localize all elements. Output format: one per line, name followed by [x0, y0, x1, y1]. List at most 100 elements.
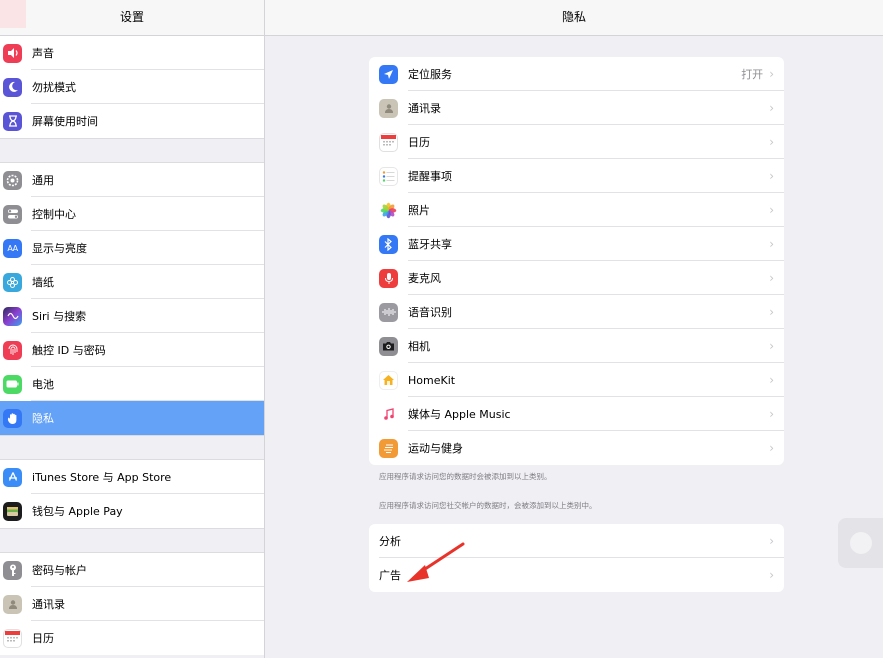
privacy-item-label: 媒体与 Apple Music: [408, 408, 511, 421]
header-decoration: [0, 0, 26, 28]
privacy-item-reminders[interactable]: 提醒事项 ›: [369, 159, 784, 193]
sidebar-item-app-store[interactable]: iTunes Store 与 App Store: [0, 460, 264, 494]
contacts-icon: [379, 98, 398, 118]
sidebar-separator: [0, 528, 264, 553]
location-status: 打开: [741, 68, 764, 81]
sidebar-item-display[interactable]: AA 显示与亮度: [0, 231, 264, 265]
sidebar-item-label: 通用: [32, 174, 54, 187]
privacy-item-label: 运动与健身: [408, 442, 463, 455]
sidebar-item-touch-id[interactable]: 触控 ID 与密码: [0, 333, 264, 367]
sidebar-item-general[interactable]: 通用: [0, 163, 264, 197]
sidebar-item-calendar[interactable]: 日历: [0, 621, 264, 655]
privacy-footnote-social: 应用程序请求访问您社交帐户的数据时，会被添加到以上类别中。: [379, 501, 597, 510]
waveform-icon: [379, 302, 398, 322]
privacy-list: 定位服务 打开 › 通讯录 › 日历 › 提醒事项 › 照片 › 蓝牙共享 › …: [369, 57, 784, 465]
privacy-item-bluetooth[interactable]: 蓝牙共享 ›: [369, 227, 784, 261]
chevron-right-icon: ›: [769, 271, 774, 285]
assistive-touch-button[interactable]: [838, 518, 883, 568]
gear-icon: [3, 170, 22, 190]
chevron-right-icon: ›: [769, 67, 774, 81]
sidebar-item-control-center[interactable]: 控制中心: [0, 197, 264, 231]
sidebar-group-3: iTunes Store 与 App Store 钱包与 Apple Pay: [0, 460, 264, 528]
sidebar-item-label: Siri 与搜索: [32, 310, 87, 323]
sidebar-item-screen-time[interactable]: 屏幕使用时间: [0, 104, 264, 138]
sidebar-item-label: 声音: [32, 47, 54, 60]
chevron-right-icon: ›: [769, 237, 774, 251]
battery-icon: [3, 374, 22, 394]
text-size-icon: AA: [3, 238, 22, 258]
sidebar-item-do-not-disturb[interactable]: 勿扰模式: [0, 70, 264, 104]
sidebar-item-label: 墙纸: [32, 276, 54, 289]
sidebar-group-4: 密码与帐户 通讯录 日历: [0, 553, 264, 655]
fingerprint-icon: [3, 340, 22, 360]
privacy-item-media-apple-music[interactable]: 媒体与 Apple Music ›: [369, 397, 784, 431]
chevron-right-icon: ›: [769, 135, 774, 149]
microphone-icon: [379, 268, 398, 288]
privacy-item-label: HomeKit: [408, 373, 456, 387]
chevron-right-icon: ›: [769, 169, 774, 183]
privacy-item-label: 麦克风: [408, 272, 441, 285]
flower-icon: [3, 272, 22, 292]
chevron-right-icon: ›: [769, 339, 774, 353]
sidebar-item-label: iTunes Store 与 App Store: [32, 471, 172, 484]
privacy-footnote: 应用程序请求访问您的数据时会被添加到以上类别。: [379, 472, 552, 481]
sidebar-item-label: 密码与帐户: [32, 564, 87, 577]
sidebar-item-battery[interactable]: 电池: [0, 367, 264, 401]
hourglass-icon: [3, 111, 22, 131]
photos-icon: [379, 200, 398, 220]
sidebar-item-passwords[interactable]: 密码与帐户: [0, 553, 264, 587]
privacy-item-label: 语音识别: [408, 306, 452, 319]
sidebar-group-1: 声音 勿扰模式 屏幕使用时间: [0, 36, 264, 138]
privacy-item-label: 照片: [408, 204, 430, 217]
sidebar-item-sounds[interactable]: 声音: [0, 36, 264, 70]
privacy-item-homekit[interactable]: HomeKit ›: [369, 363, 784, 397]
sidebar-item-label: 勿扰模式: [32, 81, 76, 94]
contacts-icon: [3, 594, 22, 614]
chevron-right-icon: ›: [769, 101, 774, 115]
annotation-arrow-icon: [407, 542, 465, 582]
app-store-icon: [3, 467, 22, 487]
key-icon: [3, 560, 22, 580]
privacy-item-label: 蓝牙共享: [408, 238, 452, 251]
chevron-right-icon: ›: [769, 373, 774, 387]
sidebar-item-wallpaper[interactable]: 墙纸: [0, 265, 264, 299]
privacy-item-motion-fitness[interactable]: 运动与健身 ›: [369, 431, 784, 465]
assistive-touch-dot: [850, 532, 872, 554]
privacy-item-calendars[interactable]: 日历 ›: [369, 125, 784, 159]
sidebar-item-wallet[interactable]: 钱包与 Apple Pay: [0, 494, 264, 528]
page-title: 隐私: [561, 10, 586, 24]
sidebar-item-label: 显示与亮度: [32, 242, 87, 255]
privacy-item-microphone[interactable]: 麦克风 ›: [369, 261, 784, 295]
moon-icon: [3, 77, 22, 97]
chevron-right-icon: ›: [769, 441, 774, 455]
motion-icon: [379, 438, 398, 458]
sidebar-item-privacy[interactable]: 隐私: [0, 401, 264, 435]
sidebar-separator: [0, 435, 264, 460]
location-arrow-icon: [379, 64, 398, 84]
privacy-item-contacts[interactable]: 通讯录 ›: [369, 91, 784, 125]
sidebar-separator: [0, 138, 264, 163]
privacy-item-label: 相机: [408, 340, 430, 353]
bluetooth-icon: [379, 234, 398, 254]
privacy-pane: 隐私 定位服务 打开 › 通讯录 › 日历 › 提醒事项 › 照片 › 蓝牙共享…: [265, 0, 883, 658]
sidebar-title: 设置: [119, 10, 144, 24]
chevron-right-icon: ›: [769, 203, 774, 217]
privacy-item-label: 通讯录: [408, 102, 441, 115]
privacy-item-photos[interactable]: 照片 ›: [369, 193, 784, 227]
privacy-header: 隐私: [265, 0, 883, 36]
wallet-icon: [3, 501, 22, 521]
sidebar-item-label: 隐私: [32, 412, 54, 425]
chevron-right-icon: ›: [769, 568, 774, 582]
privacy-item-speech-recognition[interactable]: 语音识别 ›: [369, 295, 784, 329]
sidebar-item-siri[interactable]: Siri 与搜索: [0, 299, 264, 333]
calendar-icon: [379, 132, 398, 152]
sidebar-item-label: 触控 ID 与密码: [32, 344, 106, 357]
sidebar-item-label: 日历: [32, 632, 54, 645]
chevron-right-icon: ›: [769, 407, 774, 421]
sidebar-item-label: 钱包与 Apple Pay: [32, 505, 123, 518]
reminders-icon: [379, 166, 398, 186]
sidebar-item-label: 控制中心: [32, 208, 76, 221]
sidebar-item-contacts[interactable]: 通讯录: [0, 587, 264, 621]
privacy-item-camera[interactable]: 相机 ›: [369, 329, 784, 363]
privacy-item-location-services[interactable]: 定位服务 打开 ›: [369, 57, 784, 91]
